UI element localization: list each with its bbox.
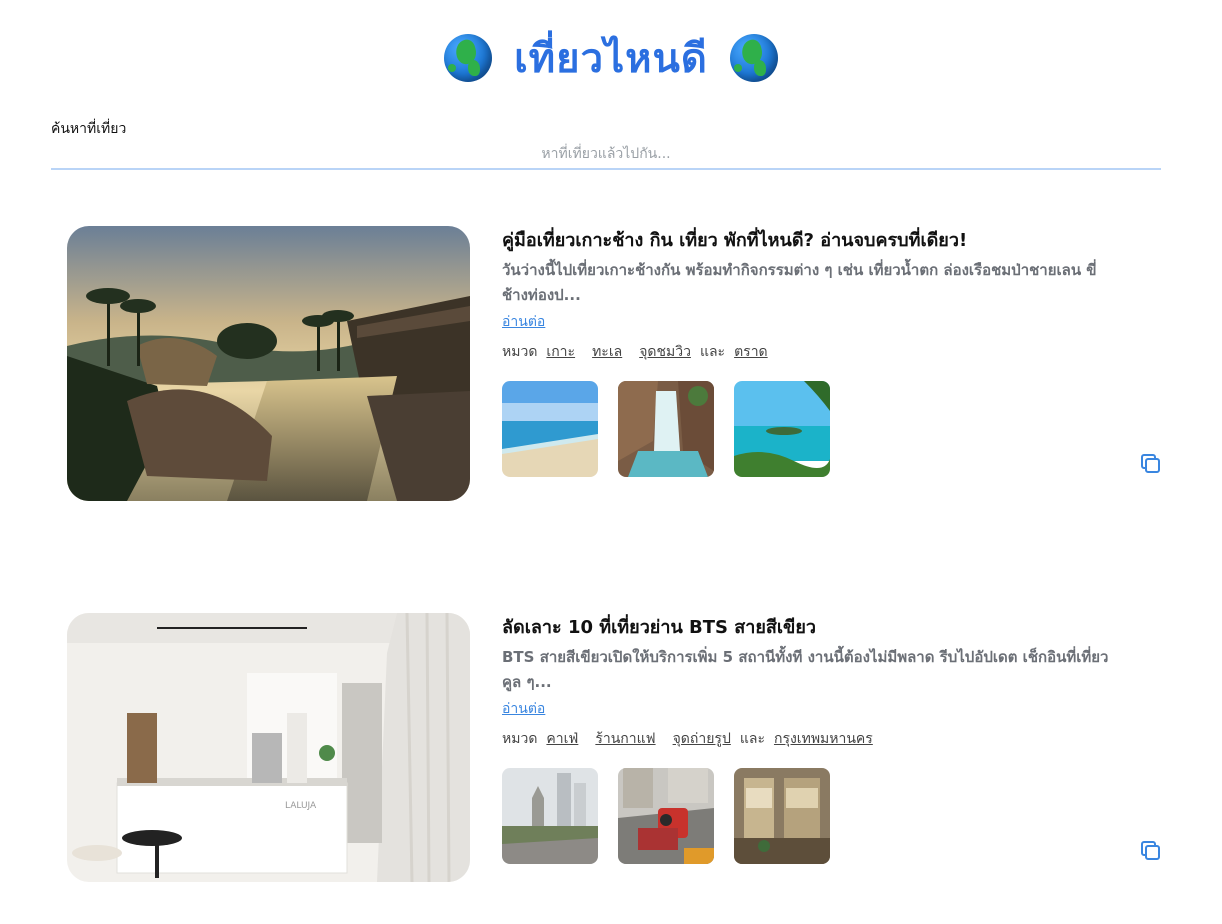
category-tag[interactable]: เกาะ [546,341,575,363]
thumbnail-image[interactable] [502,381,598,477]
thumbnail-image[interactable] [734,381,830,477]
thumbnail-image[interactable] [502,768,598,864]
trip-title[interactable]: ลัดเลาะ 10 ที่เที่ยวย่าน BTS สายสีเขียว [502,615,1122,641]
thumbnail-image[interactable] [618,381,714,477]
thumbnail-gallery [502,381,1122,477]
copy-icon[interactable] [1139,839,1163,863]
trip-description: BTS สายสีเขียวเปิดให้บริการเพิ่ม 5 สถานี… [502,648,1109,691]
globe-icon [444,34,493,82]
trip-card[interactable]: คู่มือเที่ยวเกาะช้าง กิน เที่ยว พักที่ไห… [67,226,1167,506]
globe-icon [729,34,778,82]
category-joiner: และ [739,731,765,747]
copy-icon[interactable] [1139,452,1163,476]
search-field [51,140,1161,170]
category-tag[interactable]: จุดถ่ายรูป [673,728,731,750]
category-joiner: และ [699,344,726,360]
search-label: ค้นหาที่เที่ยว [51,121,127,137]
trip-card[interactable]: LALUJA ลัดเลาะ 10 ที่เที่ยวย่าน BTS สายส… [67,613,1167,888]
category-tag[interactable]: ร้านกาแฟ [595,728,655,750]
read-more-link[interactable]: อ่านต่อ [502,698,545,720]
province-tag[interactable]: ตราด [734,341,768,363]
trip-title[interactable]: คู่มือเที่ยวเกาะช้าง กิน เที่ยว พักที่ไห… [502,228,1122,254]
thumbnail-gallery [502,768,1122,864]
category-row: หมวด คาเฟ่ ร้านกาแฟ จุดถ่ายรูป และ กรุงเ… [502,728,1122,750]
category-tag[interactable]: คาเฟ่ [546,728,578,750]
category-row: หมวด เกาะ ทะเล จุดชมวิว และ ตราด [502,341,1122,363]
thumbnail-image[interactable] [618,768,714,864]
category-tag[interactable]: ทะเล [592,341,622,363]
page-header: เที่ยวไหนดี [0,26,1222,90]
trip-description: วันว่างนี้ไปเที่ยวเกาะช้างกัน พร้อมทำกิจ… [502,261,1097,304]
trip-cover-image[interactable]: LALUJA [67,613,470,882]
read-more-link[interactable]: อ่านต่อ [502,311,545,333]
trip-cover-image[interactable] [67,226,470,501]
thumbnail-image[interactable] [734,768,830,864]
province-tag[interactable]: กรุงเทพมหานคร [774,728,873,750]
search-input[interactable] [51,140,1161,168]
svg-text:LALUJA: LALUJA [285,801,317,811]
trip-card-body: ลัดเลาะ 10 ที่เที่ยวย่าน BTS สายสีเขียว … [502,615,1122,864]
page-title: เที่ยวไหนดี [514,36,708,82]
trip-card-body: คู่มือเที่ยวเกาะช้าง กิน เที่ยว พักที่ไห… [502,228,1122,477]
category-tag[interactable]: จุดชมวิว [639,341,691,363]
category-label: หมวด [502,731,538,747]
category-label: หมวด [502,344,538,360]
